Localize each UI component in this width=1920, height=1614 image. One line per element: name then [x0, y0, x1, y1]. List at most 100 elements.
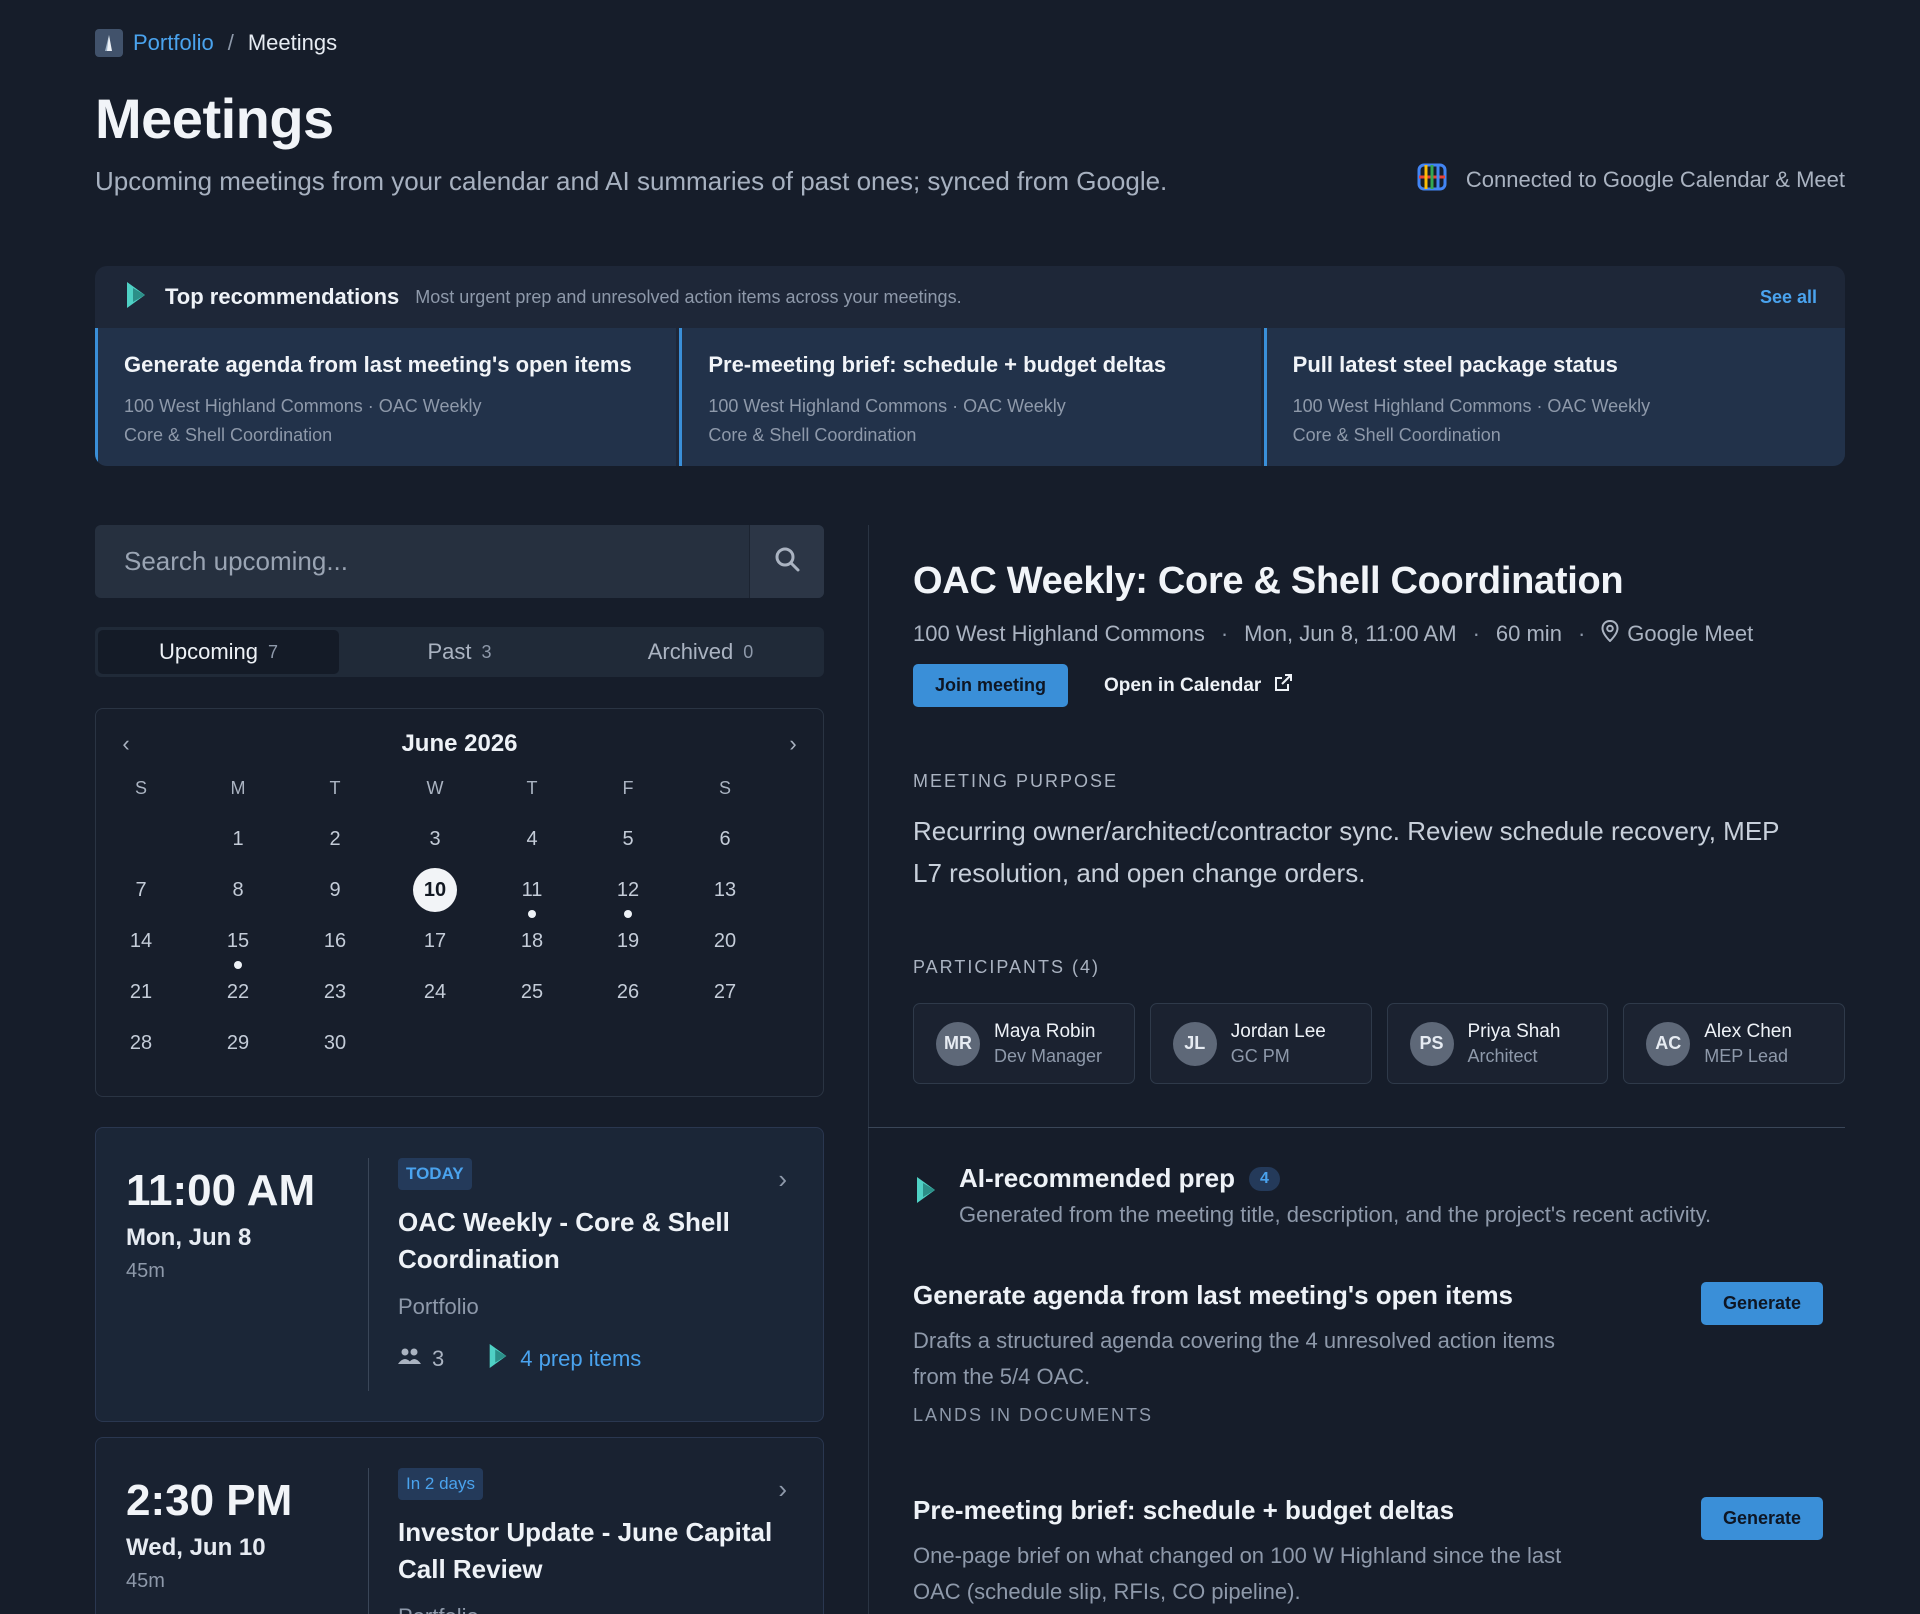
- ai-prep-title-row: AI-recommended prep 4: [959, 1163, 1711, 1194]
- calendar-day[interactable]: 23: [313, 970, 357, 1014]
- recommendation-card[interactable]: Generate agenda from last meeting's open…: [95, 328, 677, 466]
- meeting-project: Portfolio: [398, 1604, 783, 1614]
- recommendation-meeting: Core & Shell Coordination: [124, 425, 333, 445]
- calendar-day[interactable]: 7: [119, 868, 163, 912]
- status-badge: TODAY: [398, 1158, 472, 1190]
- calendar-day[interactable]: 4: [510, 817, 554, 861]
- calendar-day[interactable]: 13: [703, 868, 747, 912]
- recommendation-card[interactable]: Pre-meeting brief: schedule + budget del…: [679, 328, 1261, 466]
- participant-card[interactable]: MR Maya Robin Dev Manager: [913, 1003, 1135, 1084]
- generate-button[interactable]: Generate: [1700, 1497, 1823, 1540]
- breadcrumb-portfolio-link[interactable]: Portfolio: [133, 30, 214, 56]
- search-input[interactable]: [95, 525, 749, 598]
- top-recommendations-panel: Top recommendations Most urgent prep and…: [95, 266, 1845, 466]
- tab-label: Archived: [647, 639, 734, 664]
- calendar-day[interactable]: 1: [216, 817, 260, 861]
- calendar-day[interactable]: 16: [313, 919, 357, 963]
- calendar-day[interactable]: 30: [313, 1021, 357, 1065]
- recommendations-header: Top recommendations Most urgent prep and…: [95, 266, 1845, 328]
- meeting-duration: 60 min: [1495, 621, 1562, 646]
- recommendation-cards: Generate agenda from last meeting's open…: [95, 328, 1845, 466]
- calendar-day[interactable]: 17: [413, 919, 457, 963]
- app-logo-icon[interactable]: [95, 29, 123, 57]
- calendar-day[interactable]: 25: [510, 970, 554, 1014]
- page-subtitle: Upcoming meetings from your calendar and…: [95, 166, 1168, 196]
- ai-prep-header: AI-recommended prep 4 Generated from the…: [913, 1163, 1711, 1228]
- prep-item-title: Pre-meeting brief: schedule + budget del…: [913, 1495, 1455, 1525]
- calendar-day[interactable]: 24: [413, 970, 457, 1014]
- tab-past[interactable]: Past 3: [339, 630, 580, 674]
- search-button[interactable]: [749, 525, 824, 598]
- month-calendar: ‹ June 2026 › S M T W T F S 1 2 3 4 5 6 7 8 9 10 11 12 13 14…: [95, 708, 824, 1097]
- avatar: MR: [936, 1021, 980, 1066]
- calendar-day[interactable]: 2: [313, 817, 357, 861]
- calendar-day[interactable]: 18: [510, 919, 554, 963]
- card-divider: [368, 1468, 369, 1614]
- recommendation-card[interactable]: Pull latest steel package status 100 Wes…: [1263, 328, 1845, 466]
- tab-archived[interactable]: Archived 0: [580, 630, 821, 674]
- meta-separator: ·: [1577, 621, 1586, 646]
- calendar-day[interactable]: 11: [510, 868, 554, 912]
- calendar-day[interactable]: 14: [119, 919, 163, 963]
- meeting-card[interactable]: 2:30 PM Wed, Jun 10 45m In 2 days Invest…: [95, 1437, 824, 1614]
- tab-label: Past: [427, 639, 472, 664]
- sparkle-icon: [486, 1342, 510, 1376]
- see-all-link[interactable]: See all: [1760, 287, 1817, 308]
- section-divider: [868, 1127, 1845, 1128]
- meeting-card[interactable]: 11:00 AM Mon, Jun 8 45m TODAY OAC Weekly…: [95, 1127, 824, 1422]
- calendar-day[interactable]: 9: [313, 868, 357, 912]
- ai-prep-title: AI-recommended prep: [959, 1163, 1235, 1193]
- participant-name: Priya Shah: [1467, 1020, 1561, 1042]
- participant-card[interactable]: AC Alex Chen MEP Lead: [1623, 1003, 1845, 1084]
- weekday-label: T: [526, 778, 538, 798]
- participant-role: Dev Manager: [994, 1045, 1103, 1066]
- join-meeting-button[interactable]: Join meeting: [913, 664, 1069, 707]
- recommendations-subtitle: Most urgent prep and unresolved action i…: [415, 286, 962, 307]
- calendar-day-selected[interactable]: 10: [413, 868, 457, 912]
- calendar-day[interactable]: 22: [216, 970, 260, 1014]
- weekday-label: T: [329, 778, 341, 798]
- connection-label: Connected to Google Calendar & Meet: [1465, 167, 1845, 192]
- recommendation-meeting: Core & Shell Coordination: [1292, 425, 1501, 445]
- meeting-footer: 3 4 prep items: [398, 1342, 783, 1376]
- prep-item: Pre-meeting brief: schedule + budget del…: [913, 1495, 1823, 1610]
- participant-card[interactable]: JL Jordan Lee GC PM: [1149, 1003, 1372, 1084]
- chevron-right-icon[interactable]: ›: [778, 1164, 787, 1195]
- meeting-project: 100 West Highland Commons: [913, 621, 1205, 646]
- participant-name: Alex Chen: [1704, 1020, 1792, 1042]
- calendar-day[interactable]: 29: [216, 1021, 260, 1065]
- attendee-count: 3: [432, 1346, 445, 1371]
- calendar-day[interactable]: 28: [119, 1021, 163, 1065]
- calendar-day[interactable]: 21: [119, 970, 163, 1014]
- calendar-day[interactable]: 12: [606, 868, 650, 912]
- weekday-label: S: [134, 778, 147, 798]
- ai-prep-subtitle: Generated from the meeting title, descri…: [959, 1202, 1712, 1227]
- meeting-date: Mon, Jun 8: [126, 1224, 252, 1251]
- meta-separator: ·: [1472, 621, 1480, 646]
- calendar-day[interactable]: 19: [606, 919, 650, 963]
- calendar-day[interactable]: 3: [413, 817, 457, 861]
- calendar-day[interactable]: 5: [606, 817, 650, 861]
- prep-items-link[interactable]: 4 prep items: [520, 1346, 641, 1372]
- calendar-day[interactable]: 15: [216, 919, 260, 963]
- participant-card[interactable]: PS Priya Shah Architect: [1386, 1003, 1609, 1084]
- meeting-date: Wed, Jun 10: [126, 1534, 266, 1561]
- event-dot: [624, 910, 632, 918]
- calendar-day[interactable]: 8: [216, 868, 260, 912]
- meeting-purpose-text: Recurring owner/architect/contractor syn…: [913, 816, 1780, 888]
- recommendation-title: Pre-meeting brief: schedule + budget del…: [708, 352, 1167, 377]
- weekday-label: M: [230, 778, 246, 798]
- participant-name: Jordan Lee: [1230, 1020, 1326, 1042]
- calendar-day[interactable]: 27: [703, 970, 747, 1014]
- open-in-calendar-link[interactable]: Open in Calendar: [1104, 673, 1293, 699]
- calendar-day[interactable]: 20: [703, 919, 747, 963]
- page-title: Meetings: [95, 87, 334, 150]
- google-calendar-icon: [1416, 162, 1448, 198]
- recommendation-project: 100 West Highland Commons · OAC Weekly: [1292, 396, 1651, 416]
- calendar-day[interactable]: 26: [606, 970, 650, 1014]
- generate-button[interactable]: Generate: [1700, 1282, 1823, 1325]
- calendar-day[interactable]: 6: [703, 817, 747, 861]
- tab-upcoming[interactable]: Upcoming 7: [98, 630, 339, 674]
- meeting-detail-meta: 100 West Highland Commons · Mon, Jun 8, …: [913, 619, 1753, 648]
- chevron-right-icon[interactable]: ›: [778, 1474, 787, 1505]
